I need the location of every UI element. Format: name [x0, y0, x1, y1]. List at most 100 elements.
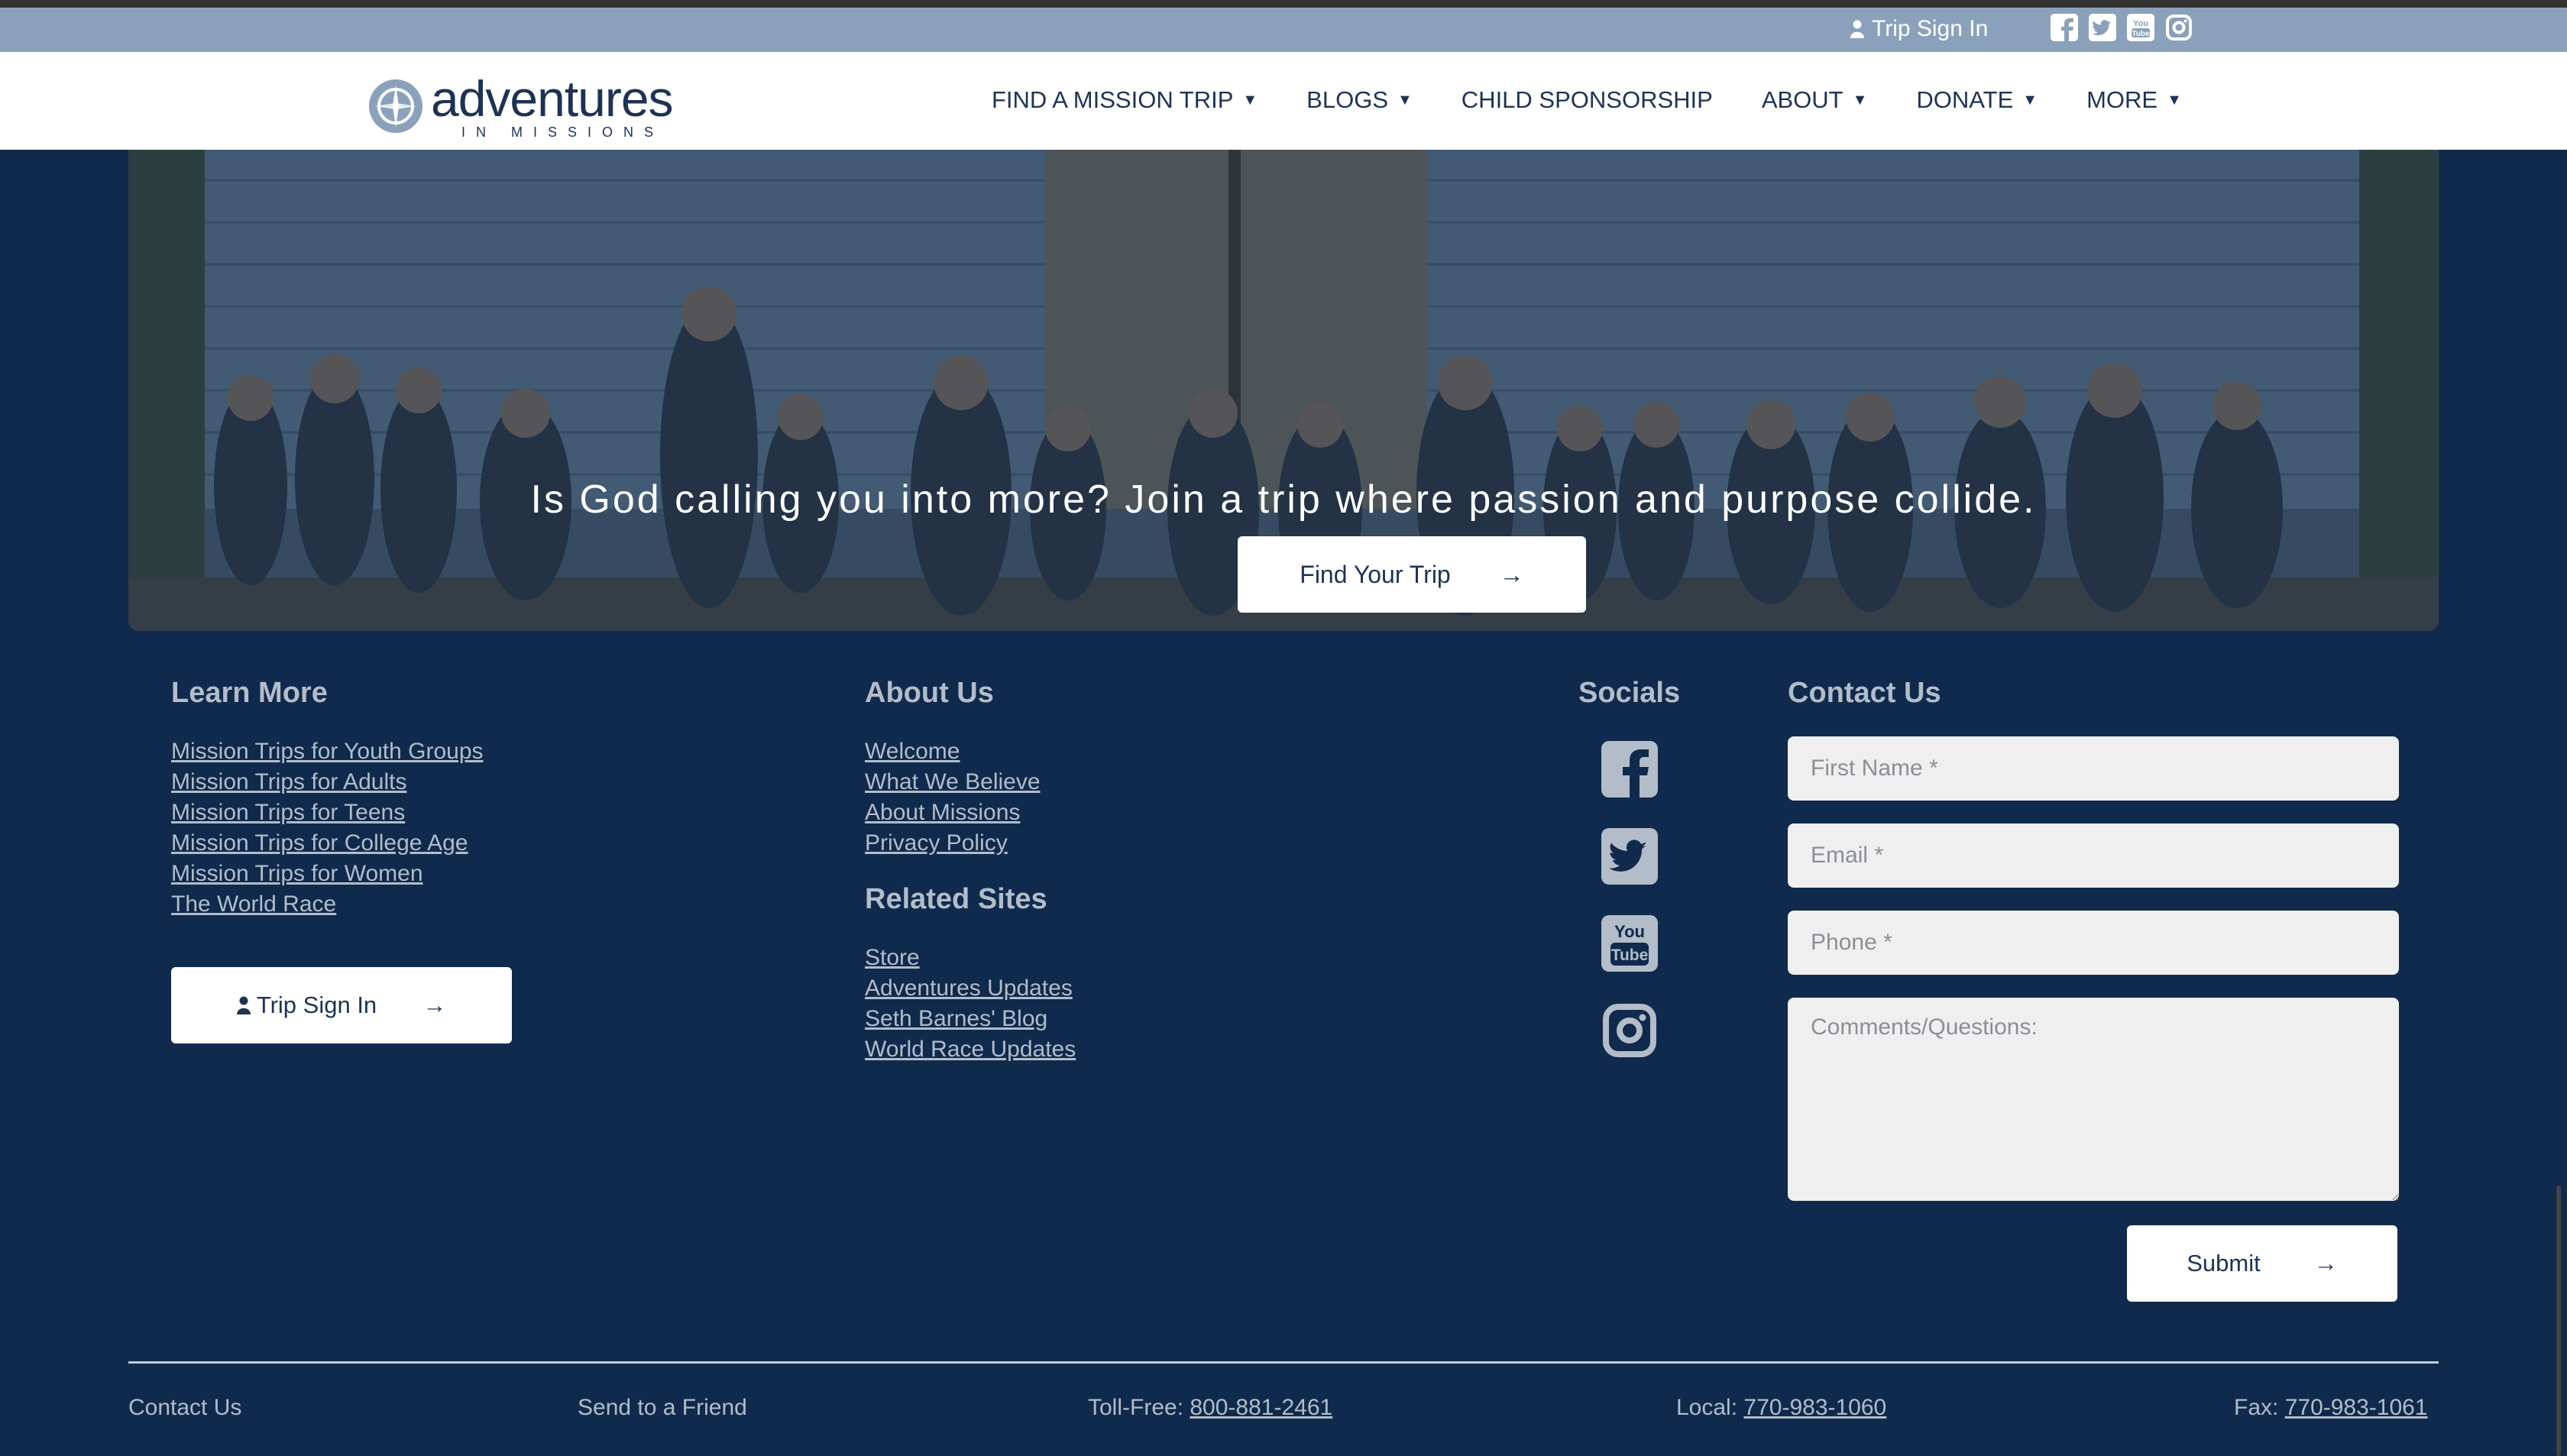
toll-free-number-link[interactable]: 800-881-2461 — [1190, 1395, 1332, 1420]
link-privacy-policy[interactable]: Privacy Policy — [865, 830, 1008, 856]
link-world-race-updates[interactable]: World Race Updates — [865, 1037, 1076, 1062]
learn-more-links: Mission Trips for Youth Groups Mission T… — [171, 736, 484, 920]
youtube-icon[interactable]: You Tube — [1601, 915, 1658, 972]
caret-down-icon: ▼ — [1852, 91, 1868, 108]
nav-label: ABOUT — [1761, 86, 1844, 113]
nav-more[interactable]: MORE ▼ — [2086, 86, 2182, 114]
submit-button[interactable]: Submit → — [2127, 1225, 2397, 1302]
facebook-icon[interactable] — [2051, 14, 2078, 41]
link-world-race[interactable]: The World Race — [171, 891, 336, 917]
list-item: Privacy Policy — [865, 828, 1041, 859]
list-item: Seth Barnes' Blog — [865, 1004, 1076, 1034]
twitter-icon[interactable] — [2089, 14, 2116, 41]
utility-social-icons: You Tube — [2051, 14, 2193, 41]
toll-free-label: Toll-Free: — [1088, 1395, 1184, 1420]
local-number-link[interactable]: 770-983-1060 — [1743, 1395, 1886, 1420]
sign-in-button-label-group: Trip Sign In — [236, 992, 377, 1019]
primary-menu: FIND A MISSION TRIP ▼ BLOGS ▼ CHILD SPONSO… — [992, 84, 2231, 116]
local-phone: Local: 770-983-1060 — [1676, 1395, 1886, 1421]
list-item: Mission Trips for Women — [171, 859, 484, 889]
link-teens[interactable]: Mission Trips for Teens — [171, 800, 405, 825]
nav-label: CHILD SPONSORSHIP — [1461, 86, 1713, 113]
toll-free-phone: Toll-Free: 800-881-2461 — [1088, 1395, 1332, 1421]
socials-heading: Socials — [1578, 677, 1681, 709]
facebook-icon[interactable] — [1601, 741, 1658, 798]
svg-text:Tube: Tube — [1611, 946, 1649, 964]
svg-text:You: You — [2133, 19, 2148, 28]
footer-divider — [128, 1361, 2439, 1364]
twitter-icon[interactable] — [1601, 828, 1658, 885]
instagram-icon[interactable] — [2165, 14, 2193, 41]
nav-label: BLOGS — [1306, 86, 1388, 113]
arrow-right-icon: → — [2313, 1250, 2338, 1276]
utility-trip-sign-in-link[interactable]: Trip Sign In — [1850, 14, 1988, 44]
fax-label: Fax: — [2234, 1395, 2279, 1420]
logo-tagline: IN MISSIONS — [461, 125, 665, 140]
nav-about[interactable]: ABOUT ▼ — [1762, 86, 1868, 114]
related-sites-links: Store Adventures Updates Seth Barnes' Bl… — [865, 943, 1076, 1065]
phone-field[interactable] — [1788, 911, 2399, 975]
link-women[interactable]: Mission Trips for Women — [171, 861, 423, 886]
hero-banner: Is God calling you into more? Join a tri… — [128, 150, 2439, 631]
nav-find-a-mission-trip[interactable]: FIND A MISSION TRIP ▼ — [992, 86, 1258, 114]
user-icon — [1850, 20, 1864, 38]
window-top-edge — [0, 0, 2567, 8]
about-us-links: Welcome What We Believe About Missions P… — [865, 736, 1041, 859]
find-your-trip-button[interactable]: Find Your Trip → — [1238, 536, 1586, 613]
nav-label: FIND A MISSION TRIP — [992, 86, 1234, 113]
list-item: About Missions — [865, 798, 1041, 828]
contact-us-heading: Contact Us — [1788, 677, 1941, 709]
send-to-a-friend-link[interactable]: Send to a Friend — [578, 1395, 747, 1421]
caret-down-icon: ▼ — [2022, 91, 2038, 108]
list-item: Mission Trips for Youth Groups — [171, 736, 484, 767]
sign-in-button-label: Trip Sign In — [256, 992, 377, 1018]
link-adventures-updates[interactable]: Adventures Updates — [865, 976, 1073, 1001]
instagram-icon[interactable] — [1601, 1002, 1658, 1059]
about-us-heading: About Us — [865, 677, 994, 709]
link-college-age[interactable]: Mission Trips for College Age — [171, 830, 468, 856]
fax-number-link[interactable]: 770-983-1061 — [2285, 1395, 2428, 1420]
link-what-we-believe[interactable]: What We Believe — [865, 769, 1041, 794]
fax-number: Fax: 770-983-1061 — [2234, 1395, 2428, 1421]
list-item: Adventures Updates — [865, 973, 1076, 1004]
link-adults[interactable]: Mission Trips for Adults — [171, 769, 406, 794]
list-item: Mission Trips for Teens — [171, 798, 484, 828]
comments-field[interactable] — [1788, 998, 2399, 1201]
link-store[interactable]: Store — [865, 945, 920, 970]
link-seth-barnes-blog[interactable]: Seth Barnes' Blog — [865, 1006, 1047, 1031]
link-welcome[interactable]: Welcome — [865, 739, 960, 764]
nav-blogs[interactable]: BLOGS ▼ — [1306, 86, 1413, 114]
related-sites-heading: Related Sites — [865, 883, 1047, 915]
nav-donate[interactable]: DONATE ▼ — [1916, 86, 2038, 114]
first-name-field[interactable] — [1788, 736, 2399, 801]
site-logo[interactable]: adventures IN MISSIONS — [368, 73, 674, 140]
find-your-trip-label: Find Your Trip — [1300, 560, 1451, 588]
local-label: Local: — [1676, 1395, 1738, 1420]
link-about-missions[interactable]: About Missions — [865, 800, 1020, 825]
nav-label: DONATE — [1916, 86, 2014, 113]
caret-down-icon: ▼ — [1242, 91, 1258, 108]
user-icon — [236, 996, 251, 1014]
youtube-icon[interactable]: You Tube — [2127, 14, 2154, 41]
email-field[interactable] — [1788, 823, 2399, 888]
learn-more-heading: Learn More — [171, 677, 328, 709]
compass-logo-icon — [369, 79, 422, 133]
list-item: Mission Trips for College Age — [171, 828, 484, 859]
link-youth-groups[interactable]: Mission Trips for Youth Groups — [171, 739, 484, 764]
arrow-right-icon: → — [422, 992, 447, 1018]
nav-child-sponsorship[interactable]: CHILD SPONSORSHIP — [1462, 86, 1713, 114]
caret-down-icon: ▼ — [1397, 91, 1413, 108]
trip-sign-in-button[interactable]: Trip Sign In → — [171, 967, 512, 1043]
list-item: What We Believe — [865, 767, 1041, 798]
utility-sign-in-label: Trip Sign In — [1872, 16, 1989, 41]
page-scrollbar[interactable] — [2556, 1186, 2561, 1456]
svg-text:You: You — [1614, 922, 1645, 941]
list-item: Welcome — [865, 736, 1041, 767]
list-item: World Race Updates — [865, 1034, 1076, 1065]
list-item: Store — [865, 943, 1076, 973]
nav-label: MORE — [2086, 86, 2158, 113]
arrow-right-icon: → — [1499, 560, 1524, 588]
caret-down-icon: ▼ — [2167, 91, 2182, 108]
list-item: Mission Trips for Adults — [171, 767, 484, 798]
bottom-contact-us-link[interactable]: Contact Us — [128, 1395, 241, 1421]
